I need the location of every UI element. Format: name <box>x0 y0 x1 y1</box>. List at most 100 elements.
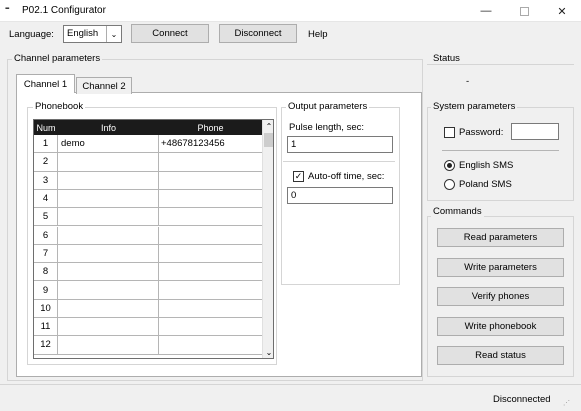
row-phone-cell[interactable] <box>159 318 262 335</box>
table-row[interactable]: 2 <box>34 153 262 172</box>
commands-label: Commands <box>431 206 484 217</box>
grid-header: Num Info Phone <box>34 120 262 135</box>
row-info-cell[interactable] <box>58 171 159 189</box>
row-phone-cell[interactable] <box>159 172 262 189</box>
row-info-cell[interactable]: demo <box>58 135 159 153</box>
read-status-button[interactable]: Read status <box>437 346 564 365</box>
row-phone-cell[interactable] <box>159 336 262 353</box>
table-row[interactable]: 9 <box>34 281 262 300</box>
pulse-length-input[interactable]: 1 <box>287 136 393 153</box>
status-bar: Disconnected ⋰ <box>0 384 581 411</box>
table-row[interactable]: 4 <box>34 189 262 209</box>
window-title: P02.1 Configurator <box>22 5 106 16</box>
tab-channel-1[interactable]: Channel 1 <box>16 74 75 93</box>
pulse-length-label: Pulse length, sec: <box>289 122 364 133</box>
phonebook-grid: Num Info Phone 1 demo +48678123456 2 3 4 5 6 7 8 9… <box>33 119 274 359</box>
row-num-cell: 6 <box>34 226 58 244</box>
row-info-cell[interactable] <box>58 336 159 354</box>
column-header-info[interactable]: Info <box>58 120 159 135</box>
row-phone-cell[interactable] <box>159 208 262 225</box>
resize-grip-icon[interactable]: ⋰ <box>563 399 570 407</box>
password-checkbox[interactable] <box>444 127 455 138</box>
row-num-cell: 10 <box>34 299 58 317</box>
table-row[interactable]: 3 <box>34 171 262 190</box>
autooff-checkbox[interactable]: ✓ <box>293 171 304 182</box>
password-label: Password: <box>459 127 504 138</box>
language-label: Language: <box>9 29 54 40</box>
poland-sms-radio[interactable] <box>444 179 455 190</box>
row-num-cell: 4 <box>34 189 58 208</box>
connection-status: Disconnected <box>493 394 551 405</box>
row-num-cell: 11 <box>34 318 58 336</box>
status-value: - <box>466 76 470 87</box>
row-phone-cell[interactable] <box>159 263 262 280</box>
tab-channel-2[interactable]: Channel 2 <box>76 77 132 94</box>
table-row[interactable]: 12 <box>34 336 262 355</box>
row-phone-cell[interactable] <box>159 153 262 170</box>
scroll-up-icon[interactable]: ⌃ <box>263 120 273 132</box>
row-phone-cell[interactable]: +48678123456 <box>159 135 262 152</box>
row-info-cell[interactable] <box>58 208 159 226</box>
scroll-thumb[interactable] <box>264 133 273 147</box>
maximize-icon[interactable] <box>508 0 540 22</box>
autooff-input[interactable]: 0 <box>287 187 393 204</box>
column-header-num[interactable]: Num <box>34 120 58 135</box>
row-num-cell: 12 <box>34 336 58 354</box>
row-info-cell[interactable] <box>58 153 159 171</box>
channel-parameters-label: Channel parameters <box>12 53 103 64</box>
row-info-cell[interactable] <box>58 226 159 244</box>
english-sms-radio[interactable] <box>444 160 455 171</box>
row-phone-cell[interactable] <box>159 300 262 317</box>
poland-sms-label: Poland SMS <box>459 179 512 190</box>
table-row[interactable]: 7 <box>34 244 262 264</box>
grid-scrollbar[interactable]: ⌃ ⌄ <box>262 120 273 358</box>
table-row[interactable]: 6 <box>34 226 262 245</box>
row-phone-cell[interactable] <box>159 245 262 262</box>
row-num-cell: 2 <box>34 153 58 171</box>
verify-phones-button[interactable]: Verify phones <box>437 287 564 306</box>
close-icon[interactable]: ✕ <box>546 0 578 22</box>
title-bar: ▪▪▪ P02.1 Configurator — ✕ <box>0 0 581 22</box>
write-phonebook-button[interactable]: Write phonebook <box>437 317 564 336</box>
app-icon: ▪▪▪ <box>5 6 10 12</box>
divider <box>283 161 395 162</box>
row-phone-cell[interactable] <box>159 281 262 298</box>
chevron-down-icon[interactable]: ⌄ <box>106 26 121 42</box>
row-phone-cell[interactable] <box>159 190 262 207</box>
scroll-down-icon[interactable]: ⌄ <box>263 346 273 358</box>
table-row[interactable]: 10 <box>34 299 262 318</box>
connect-button[interactable]: Connect <box>131 24 209 43</box>
row-info-cell[interactable] <box>58 318 159 336</box>
row-num-cell: 8 <box>34 263 58 281</box>
minimize-icon[interactable]: — <box>470 0 502 22</box>
disconnect-button[interactable]: Disconnect <box>219 24 297 43</box>
table-row[interactable]: 11 <box>34 318 262 337</box>
column-header-phone[interactable]: Phone <box>159 120 262 135</box>
divider <box>442 150 559 151</box>
row-info-cell[interactable] <box>58 299 159 317</box>
row-phone-cell[interactable] <box>159 227 262 244</box>
english-sms-label: English SMS <box>459 160 514 171</box>
write-parameters-button[interactable]: Write parameters <box>437 258 564 277</box>
row-num-cell: 7 <box>34 244 58 263</box>
output-parameters-label: Output parameters <box>286 101 370 112</box>
autooff-label: Auto-off time, sec: <box>308 171 385 182</box>
row-info-cell[interactable] <box>58 281 159 299</box>
status-label: Status <box>431 53 462 64</box>
phonebook-label: Phonebook <box>33 101 86 112</box>
row-num-cell: 1 <box>34 135 58 153</box>
language-select[interactable]: English ⌄ <box>63 25 122 43</box>
status-group <box>427 64 574 92</box>
language-value: English <box>67 28 99 39</box>
row-info-cell[interactable] <box>58 189 159 208</box>
table-row[interactable]: 1 demo +48678123456 <box>34 135 262 154</box>
help-menu[interactable]: Help <box>308 29 328 40</box>
row-num-cell: 3 <box>34 171 58 189</box>
row-num-cell: 5 <box>34 208 58 226</box>
table-row[interactable]: 8 <box>34 263 262 282</box>
password-input[interactable] <box>511 123 559 140</box>
row-info-cell[interactable] <box>58 244 159 263</box>
read-parameters-button[interactable]: Read parameters <box>437 228 564 247</box>
table-row[interactable]: 5 <box>34 208 262 227</box>
row-info-cell[interactable] <box>58 263 159 281</box>
